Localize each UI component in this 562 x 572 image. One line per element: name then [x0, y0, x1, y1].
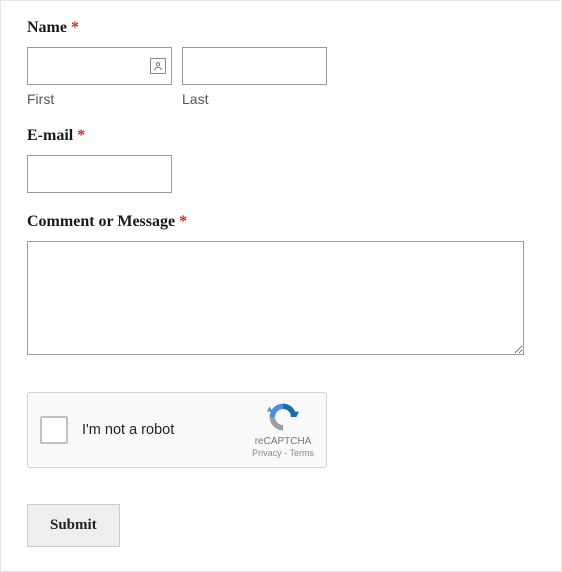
required-asterisk: *: [71, 19, 79, 36]
recaptcha-brand: reCAPTCHA: [255, 435, 312, 448]
first-name-wrap: [27, 47, 172, 85]
name-field-group: Name * First Last: [27, 19, 535, 107]
recaptcha-sep: -: [282, 448, 290, 458]
required-asterisk: *: [179, 213, 187, 230]
recaptcha-widget: I'm not a robot reCAPTCHA Privacy - Term…: [27, 392, 327, 468]
recaptcha-badge: reCAPTCHA Privacy - Terms: [252, 401, 314, 460]
required-asterisk: *: [77, 127, 85, 144]
last-name-input[interactable]: [182, 47, 327, 85]
submit-button[interactable]: Submit: [27, 504, 120, 547]
first-name-input[interactable]: [27, 47, 172, 85]
last-name-col: Last: [182, 47, 327, 107]
message-field-group: Comment or Message *: [27, 213, 535, 360]
recaptcha-privacy-link[interactable]: Privacy: [252, 448, 282, 458]
contact-form: Name * First Last E-mail *: [0, 0, 562, 572]
email-label-text: E-mail: [27, 127, 73, 144]
email-input[interactable]: [27, 155, 172, 193]
name-label-text: Name: [27, 19, 67, 36]
last-sublabel: Last: [182, 91, 327, 107]
recaptcha-terms-link[interactable]: Terms: [290, 448, 315, 458]
recaptcha-legal: Privacy - Terms: [252, 448, 314, 460]
recaptcha-icon: [267, 401, 299, 433]
recaptcha-checkbox[interactable]: [40, 416, 68, 444]
message-label: Comment or Message *: [27, 213, 535, 231]
message-textarea[interactable]: [27, 241, 524, 355]
first-name-col: First: [27, 47, 172, 107]
first-sublabel: First: [27, 91, 172, 107]
email-label: E-mail *: [27, 127, 535, 145]
name-row: First Last: [27, 47, 535, 107]
message-label-text: Comment or Message: [27, 213, 175, 230]
email-field-group: E-mail *: [27, 127, 535, 193]
name-label: Name *: [27, 19, 535, 37]
recaptcha-label: I'm not a robot: [82, 422, 252, 438]
